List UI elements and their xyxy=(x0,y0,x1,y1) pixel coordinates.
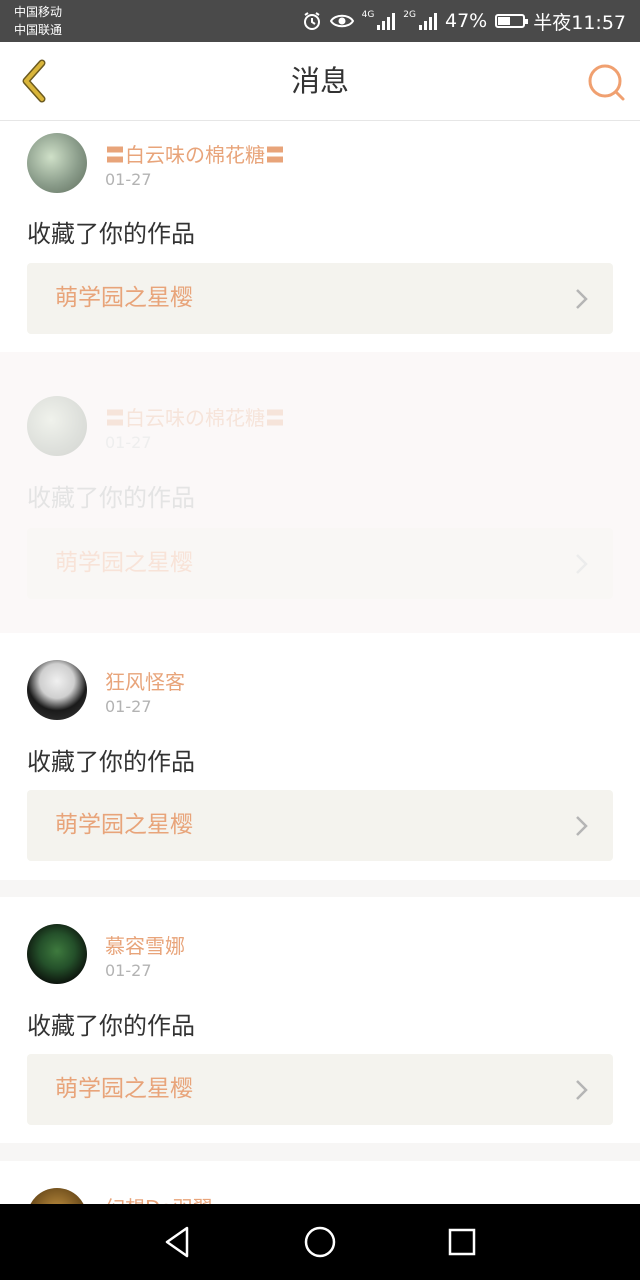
avatar[interactable] xyxy=(27,660,87,720)
battery-percent: 47% xyxy=(445,10,488,32)
chevron-right-icon xyxy=(576,816,588,836)
work-link[interactable]: 萌学园之星樱 xyxy=(27,263,613,334)
message-date: 01-27 xyxy=(105,697,152,716)
message-card: 〓白云味の棉花糖〓 01-27 收藏了你的作品 萌学园之星樱 xyxy=(0,121,640,352)
home-circle-icon[interactable] xyxy=(300,1222,340,1262)
message-card: 狂风怪客 01-27 收藏了你的作品 萌学园之星樱 xyxy=(0,633,640,880)
message-user-name[interactable]: 慕容雪娜 xyxy=(105,930,185,959)
carrier-info: 中国移动 中国联通 xyxy=(14,3,62,39)
message-date: 01-27 xyxy=(105,433,152,452)
page-title: 消息 xyxy=(290,64,349,98)
message-action-text: 收藏了你的作品 xyxy=(27,220,195,248)
avatar[interactable] xyxy=(27,1188,87,1204)
carrier-2: 中国联通 xyxy=(14,23,63,37)
message-user-name[interactable]: 幻想Da羽翼 xyxy=(105,1192,213,1204)
message-date: 01-27 xyxy=(105,170,152,189)
chevron-right-icon xyxy=(576,289,588,309)
message-user-name[interactable]: 〓白云味の棉花糖〓 xyxy=(105,402,285,431)
system-nav-bar xyxy=(0,1204,640,1280)
work-title: 萌学园之星樱 xyxy=(55,812,193,838)
message-date: 01-27 xyxy=(105,961,152,980)
work-link[interactable]: 萌学园之星樱 xyxy=(27,1054,613,1125)
avatar[interactable] xyxy=(27,924,87,984)
message-action-text: 收藏了你的作品 xyxy=(27,1012,195,1040)
clock: 半夜11:57 xyxy=(533,11,626,34)
message-card: 幻想Da羽翼 xyxy=(0,1161,640,1204)
chevron-right-icon xyxy=(576,1080,588,1100)
message-user-name[interactable]: 狂风怪客 xyxy=(105,666,185,695)
network-type-2: 2G xyxy=(403,10,416,20)
chevron-right-icon xyxy=(576,554,588,574)
battery-fill xyxy=(498,17,510,25)
network-type-1: 4G xyxy=(361,10,375,20)
signal-icon: 4G xyxy=(361,10,396,30)
work-title: 萌学园之星樱 xyxy=(55,1076,193,1102)
avatar[interactable] xyxy=(27,396,87,456)
status-icons: 4G 2G 47% 半夜11:57 xyxy=(302,0,626,42)
message-action-text: 收藏了你的作品 xyxy=(27,748,195,776)
message-user-name[interactable]: 〓白云味の棉花糖〓 xyxy=(105,139,285,168)
avatar[interactable] xyxy=(27,133,87,193)
signal-icon: 2G xyxy=(403,10,437,30)
work-title: 萌学园之星樱 xyxy=(55,550,193,576)
app-header: 消息 xyxy=(0,42,640,121)
message-card: 慕容雪娜 01-27 收藏了你的作品 萌学园之星樱 xyxy=(0,897,640,1143)
message-card: 〓白云味の棉花糖〓 01-27 收藏了你的作品 萌学园之星樱 xyxy=(0,352,640,633)
search-icon[interactable] xyxy=(586,62,626,102)
battery-icon xyxy=(495,14,529,28)
status-bar: 中国移动 中国联通 4G 2G 47% 半夜11:57 xyxy=(0,0,640,42)
work-link[interactable]: 萌学园之星樱 xyxy=(27,790,613,861)
recents-square-icon[interactable] xyxy=(442,1222,482,1262)
work-link[interactable]: 萌学园之星樱 xyxy=(27,528,613,599)
eye-icon xyxy=(329,14,354,28)
back-triangle-icon[interactable] xyxy=(158,1222,198,1262)
work-title: 萌学园之星樱 xyxy=(55,285,193,311)
alarm-icon xyxy=(303,12,320,30)
carrier-1: 中国移动 xyxy=(14,5,63,19)
message-action-text: 收藏了你的作品 xyxy=(27,484,195,512)
